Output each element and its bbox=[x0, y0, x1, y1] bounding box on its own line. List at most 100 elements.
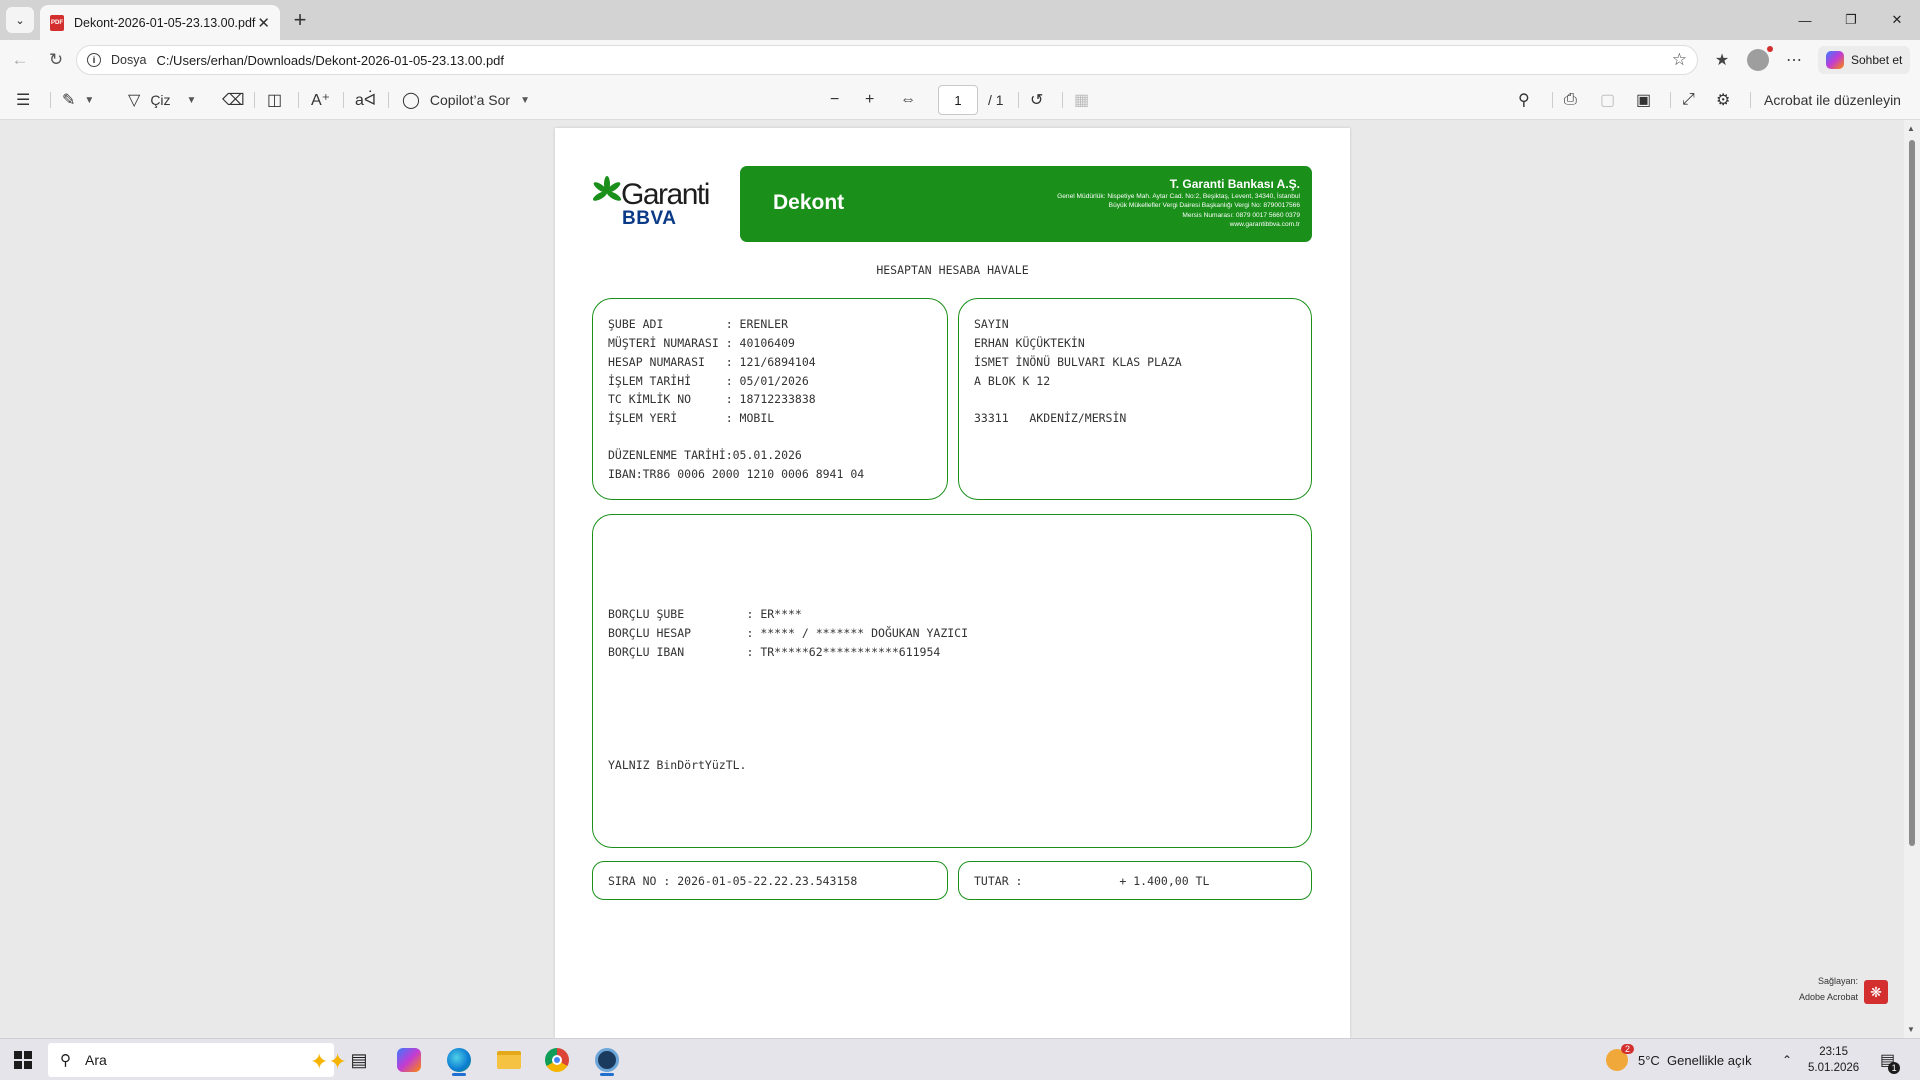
postal-city: 33311 AKDENİZ/MERSİN bbox=[974, 411, 1127, 425]
pdf-toolbar: ☰ ✎ ▼ ▽ Çiz ▼ ⌫ ◫ A⁺ aᐋ ◯ Copilot’a Sor … bbox=[0, 80, 1920, 120]
recipient-box: SAYIN ERHAN KÜÇÜKTEKİN İSMET İNÖNÜ BULVA… bbox=[958, 298, 1312, 500]
settings-gear-icon[interactable]: ⚙ bbox=[1716, 88, 1730, 112]
refresh-icon[interactable]: ↻ bbox=[44, 48, 68, 72]
chevron-down-icon: ⌄ bbox=[15, 14, 25, 27]
customer-name: ERHAN KÜÇÜKTEKİN bbox=[974, 336, 1085, 350]
chevron-up-icon[interactable]: ⌃ bbox=[1782, 1039, 1792, 1080]
close-window-icon[interactable]: ✕ bbox=[1874, 0, 1920, 40]
info-row: TC KİMLİK NO : 18712233838 bbox=[608, 392, 816, 406]
scroll-down-arrow-icon[interactable]: ▼ bbox=[1907, 1025, 1915, 1034]
fit-page-icon[interactable]: ⇔ bbox=[900, 88, 916, 112]
ask-copilot-button[interactable]: ◯ Copilot’a Sor ▼ bbox=[402, 88, 530, 112]
vertical-scrollbar[interactable]: ▲ ▼ bbox=[1904, 120, 1920, 1038]
pdf-file-icon: PDF bbox=[50, 14, 64, 31]
iban: IBAN:TR86 0006 2000 1210 0006 8941 04 bbox=[608, 467, 865, 481]
clock-date: 5.01.2026 bbox=[1808, 1062, 1860, 1074]
info-row: HESAP NUMARASI : 121/6894104 bbox=[608, 355, 816, 369]
page-view-icon[interactable]: ▦ bbox=[1074, 88, 1089, 112]
url-field[interactable]: i Dosya C:/Users/erhan/Downloads/Dekont-… bbox=[76, 45, 1698, 75]
account-info-box: ŞUBE ADI : ERENLER MÜŞTERİ NUMARASI : 40… bbox=[592, 298, 948, 500]
address-bar: ← ↻ i Dosya C:/Users/erhan/Downloads/Dek… bbox=[0, 40, 1920, 80]
close-tab-icon[interactable]: ✕ bbox=[257, 14, 270, 32]
pdf-viewer: Garanti BBVA Dekont T. Garanti Bankası A… bbox=[0, 120, 1904, 1038]
debtor-row: BORÇLU ŞUBE : ER**** bbox=[608, 607, 802, 621]
scroll-up-arrow-icon[interactable]: ▲ bbox=[1907, 124, 1915, 133]
toolbar-divider bbox=[50, 92, 51, 108]
system-clock[interactable]: 23:15 5.01.2026 bbox=[1808, 1044, 1859, 1076]
notification-count: 1 bbox=[1888, 1062, 1901, 1074]
bank-address-line: Mersis Numarası: 0879 0017 5660 0379 bbox=[1182, 211, 1300, 219]
edge-browser-icon[interactable] bbox=[440, 1043, 478, 1077]
toolbar-divider bbox=[254, 92, 255, 108]
toolbar-divider bbox=[1552, 92, 1553, 108]
windows-start-icon[interactable] bbox=[14, 1051, 32, 1069]
taskbar-search-box[interactable]: ⚲ Ara ✦✦ bbox=[48, 1043, 347, 1077]
save-as-icon[interactable]: ▣ bbox=[1636, 88, 1651, 112]
contents-list-icon[interactable]: ☰ bbox=[16, 88, 30, 112]
acrobat-edit-button[interactable]: Acrobat ile düzenleyin bbox=[1764, 88, 1901, 112]
provided-by-label: Sağlayan: bbox=[1817, 976, 1858, 986]
copilot-app-icon[interactable] bbox=[390, 1043, 428, 1077]
scheme-label: Dosya bbox=[111, 53, 147, 67]
page-total: / 1 bbox=[988, 92, 1004, 108]
favorite-star-icon[interactable]: ☆ bbox=[1672, 50, 1687, 70]
minimize-icon[interactable]: — bbox=[1782, 0, 1828, 40]
greeting: SAYIN bbox=[974, 317, 1009, 331]
info-row: MÜŞTERİ NUMARASI : 40106409 bbox=[608, 336, 795, 350]
fullscreen-icon[interactable]: ⤢ bbox=[1682, 88, 1695, 112]
chrome-browser-icon[interactable] bbox=[538, 1043, 576, 1077]
rotate-icon[interactable]: ↺ bbox=[1030, 88, 1043, 112]
clock-time: 23:15 bbox=[1819, 1046, 1848, 1058]
bank-address-line: Büyük Mükellefler Vergi Dairesi Başkanlı… bbox=[1108, 202, 1300, 210]
weather-widget[interactable]: 2 5°C Genellikle açık bbox=[1606, 1039, 1752, 1080]
toolbar-divider bbox=[1062, 92, 1063, 108]
file-explorer-icon[interactable] bbox=[490, 1043, 528, 1077]
save-icon[interactable]: ▢ bbox=[1600, 88, 1615, 112]
print-icon[interactable]: ⎙ bbox=[1564, 88, 1577, 112]
total-amount: TUTAR : + 1.400,00 TL bbox=[974, 874, 1210, 888]
zoom-out-icon[interactable]: − bbox=[830, 88, 839, 112]
copilot-chat-button[interactable]: Sohbet et bbox=[1818, 46, 1911, 74]
page-number-input[interactable]: 1 bbox=[938, 85, 978, 115]
favorites-icon[interactable]: ★ bbox=[1704, 50, 1740, 70]
toolbar-divider bbox=[298, 92, 299, 108]
address-line: İSMET İNÖNÜ BULVARI KLAS PLAZA bbox=[974, 355, 1182, 369]
chevron-down-icon[interactable]: ▼ bbox=[187, 95, 197, 106]
task-view-icon[interactable]: ▤ bbox=[340, 1043, 378, 1077]
new-tab-button[interactable]: + bbox=[288, 8, 312, 32]
profile-avatar[interactable] bbox=[1747, 46, 1773, 71]
weather-badge: 2 bbox=[1620, 1044, 1634, 1054]
brand-bbva: BBVA bbox=[622, 208, 677, 229]
bank-address-line: Genel Müdürlük: Nispetiye Mah. Aytar Cad… bbox=[1057, 193, 1300, 200]
chevron-down-icon[interactable]: ▼ bbox=[520, 95, 530, 106]
tab-active-pdf[interactable]: PDF Dekont-2026-01-05-23.13.00.pdf ✕ bbox=[40, 5, 280, 40]
adobe-acrobat-icon[interactable]: ❋ bbox=[1864, 980, 1888, 1004]
bank-address-line: www.garantibbva.com.tr bbox=[1229, 221, 1300, 229]
translate-icon[interactable]: aᐋ bbox=[355, 88, 376, 112]
read-aloud-icon[interactable]: A⁺ bbox=[311, 88, 330, 112]
sequence-box: SIRA NO : 2026-01-05-22.22.23.543158 bbox=[592, 861, 948, 900]
debtor-row: BORÇLU IBAN : TR*****62***********611954 bbox=[608, 645, 941, 659]
notification-center[interactable]: ▤ 1 bbox=[1880, 1039, 1901, 1080]
total-box: TUTAR : + 1.400,00 TL bbox=[958, 861, 1312, 900]
adobe-acrobat-label: Adobe Acrobat bbox=[1798, 992, 1858, 1002]
search-icon: ⚲ bbox=[60, 1052, 71, 1069]
eraser-icon[interactable]: ⌫ bbox=[222, 88, 245, 112]
info-row: ŞUBE ADI : ERENLER bbox=[608, 317, 789, 331]
more-options-icon[interactable]: ⋯ bbox=[1776, 50, 1812, 70]
tab-list-button[interactable]: ⌄ bbox=[6, 7, 34, 33]
back-arrow-icon[interactable]: ← bbox=[8, 48, 32, 72]
app-icon[interactable] bbox=[588, 1043, 626, 1077]
info-icon[interactable]: i bbox=[87, 53, 101, 67]
zoom-in-icon[interactable]: + bbox=[865, 88, 874, 112]
draw-tool[interactable]: ▽ Çiz ▼ bbox=[128, 88, 196, 112]
search-icon[interactable]: ⚲ bbox=[1518, 88, 1530, 112]
chevron-down-icon[interactable]: ▼ bbox=[84, 95, 94, 106]
search-placeholder: Ara bbox=[85, 1052, 107, 1068]
highlight-tool[interactable]: ✎ ▼ bbox=[62, 88, 94, 112]
restore-icon[interactable]: ❐ bbox=[1828, 0, 1874, 40]
url-text[interactable]: C:/Users/erhan/Downloads/Dekont-2026-01-… bbox=[156, 53, 1671, 68]
scrollbar-thumb[interactable] bbox=[1909, 140, 1915, 846]
text-box-icon[interactable]: ◫ bbox=[267, 88, 282, 112]
draw-label: Çiz bbox=[150, 92, 171, 108]
